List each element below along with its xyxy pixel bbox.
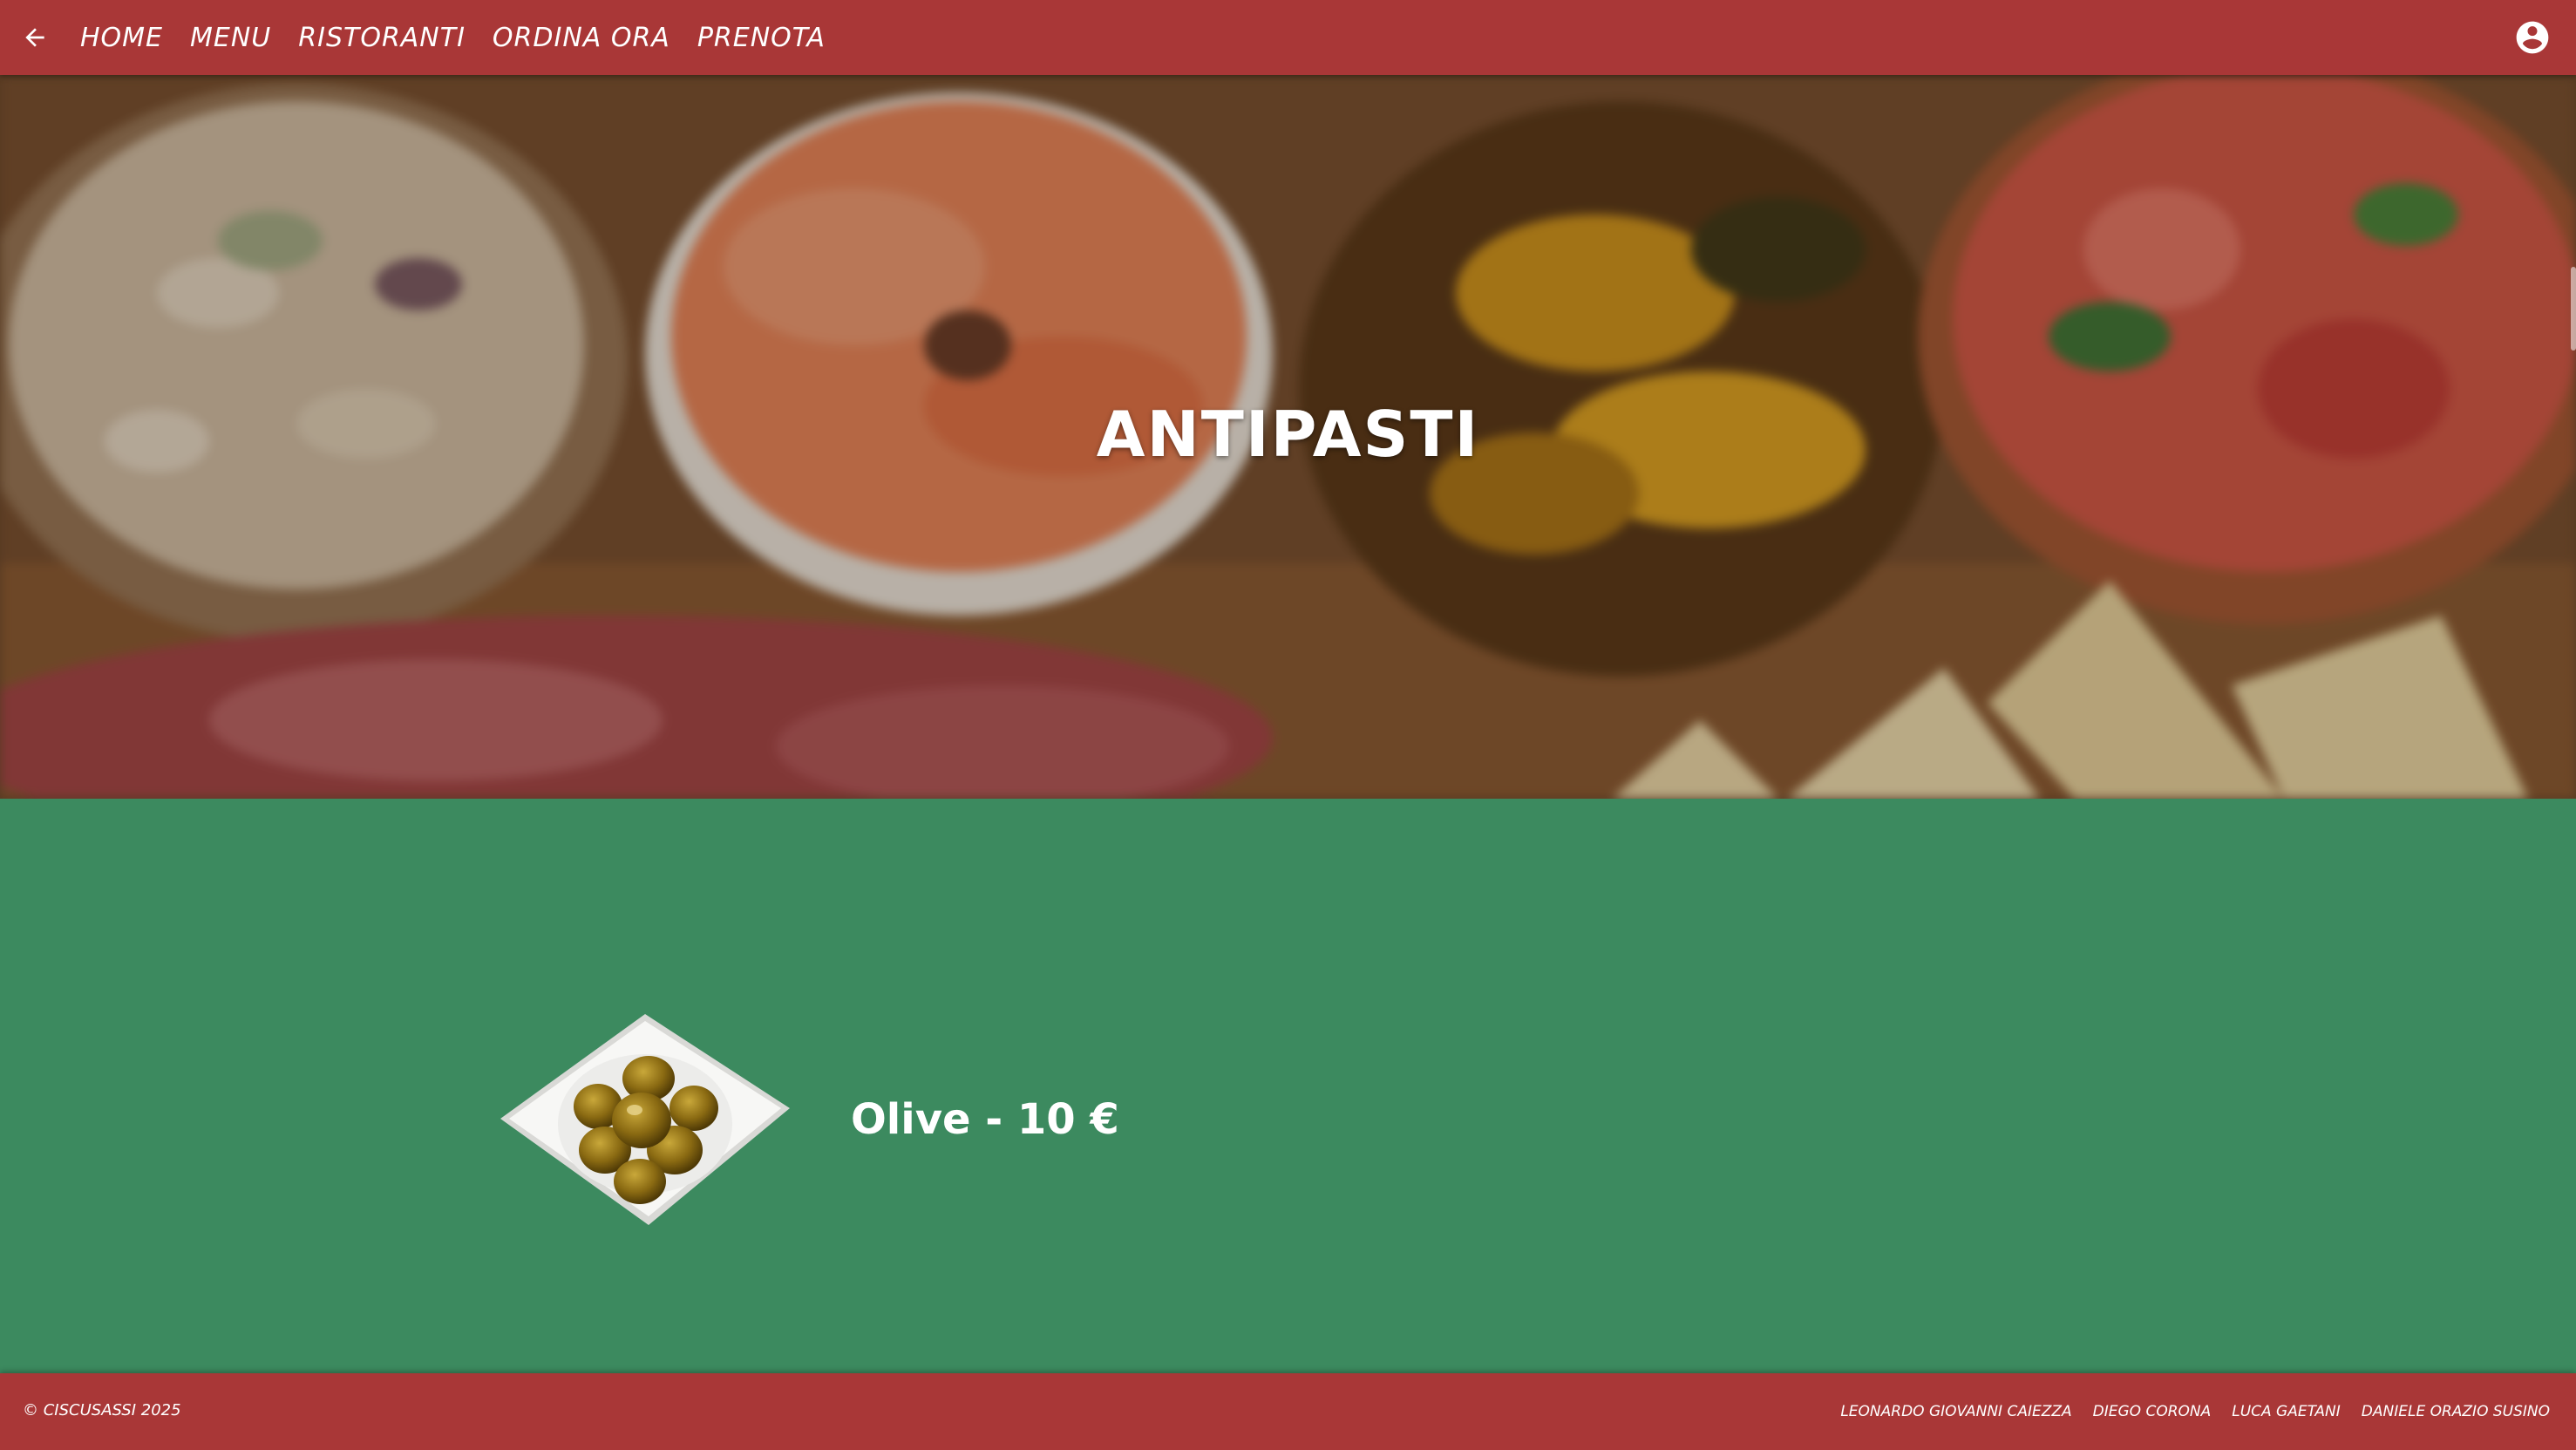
scrollbar-thumb[interactable] xyxy=(2571,267,2576,351)
olives-dish-image xyxy=(500,1014,790,1225)
menu-item[interactable]: Olive - 10 € xyxy=(495,1011,1119,1229)
nav-link-prenota[interactable]: PRENOTA xyxy=(697,23,826,53)
page-title: ANTIPASTI xyxy=(1096,398,1480,471)
menu-item-name: Olive - 10 € xyxy=(851,1095,1119,1144)
menu-section: Olive - 10 € xyxy=(0,799,2576,1373)
nav-links: HOME MENU RISTORANTI ORDINA ORA PRENOTA xyxy=(80,23,853,53)
nav-link-ordina-ora[interactable]: ORDINA ORA xyxy=(493,23,670,53)
nav-link-home[interactable]: HOME xyxy=(80,23,163,53)
back-button[interactable] xyxy=(17,20,52,55)
hero-banner: ANTIPASTI xyxy=(0,75,2576,799)
copyright-text: © CISCUSASSI 2025 xyxy=(23,1401,181,1419)
nav-link-ristoranti[interactable]: RISTORANTI xyxy=(298,23,466,53)
account-button[interactable] xyxy=(2513,18,2552,57)
nav-link-menu[interactable]: MENU xyxy=(190,23,271,53)
page: HOME MENU RISTORANTI ORDINA ORA PRENOTA xyxy=(0,0,2576,1450)
author-link[interactable]: DIEGO CORONA xyxy=(2093,1403,2212,1420)
arrow-left-icon xyxy=(25,28,44,47)
footer-authors: LEONARDO GIOVANNI CAIEZZA DIEGO CORONA L… xyxy=(1819,1403,2550,1420)
author-link[interactable]: DANIELE ORAZIO SUSINO xyxy=(2362,1403,2550,1420)
footer: © CISCUSASSI 2025 LEONARDO GIOVANNI CAIE… xyxy=(0,1373,2576,1450)
top-navbar: HOME MENU RISTORANTI ORDINA ORA PRENOTA xyxy=(0,0,2576,75)
account-circle-icon xyxy=(2516,21,2549,54)
author-link[interactable]: LEONARDO GIOVANNI CAIEZZA xyxy=(1840,1403,2071,1420)
author-link[interactable]: LUCA GAETANI xyxy=(2232,1403,2341,1420)
